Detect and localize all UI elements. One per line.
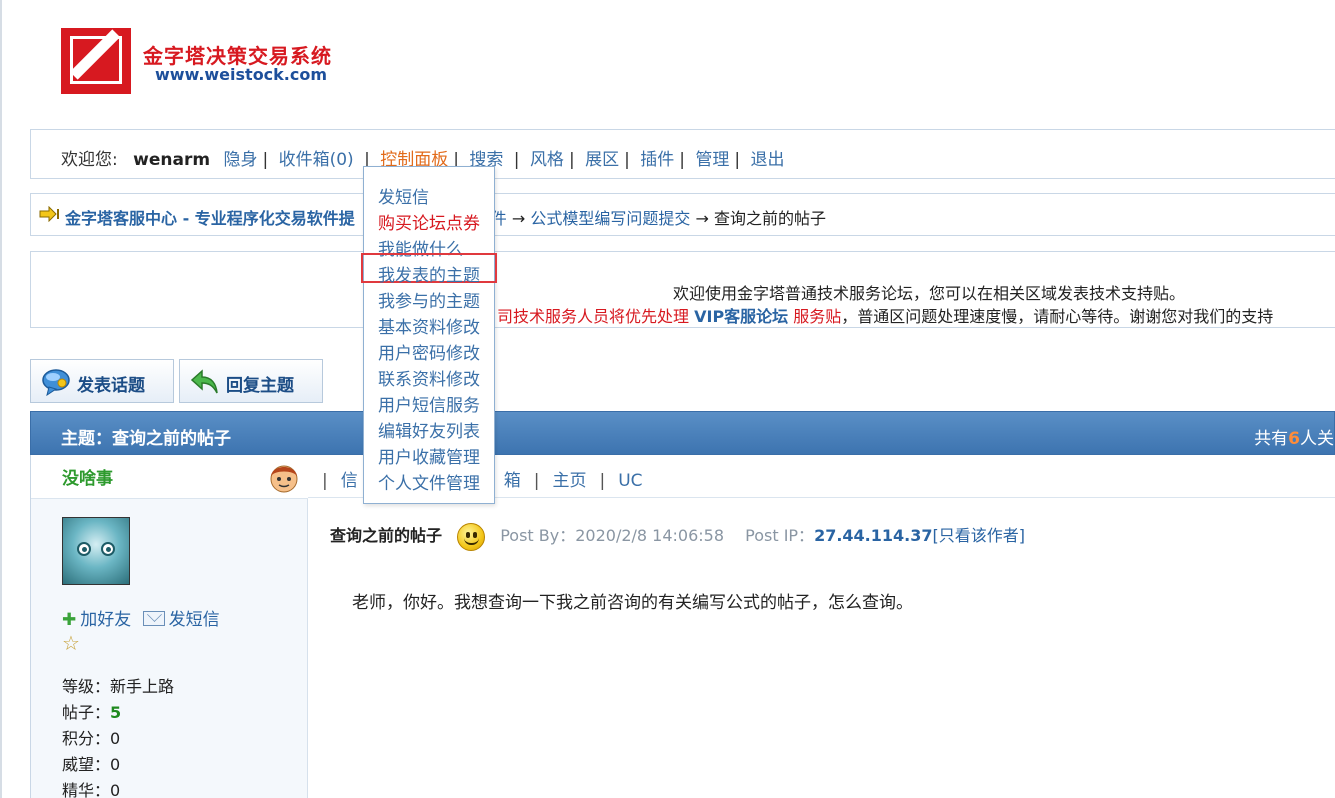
only-author-link[interactable]: [只看该作者] xyxy=(933,526,1026,545)
author-stats: 等级：新手上路 帖子：5 积分：0 威望：0 精华：0 xyxy=(62,677,175,798)
menu-participated-topics[interactable]: 我参与的主题 xyxy=(378,287,480,312)
author-essence: 0 xyxy=(110,781,121,798)
welcome-label: 欢迎您: xyxy=(61,150,118,170)
user-face-icon xyxy=(270,465,298,493)
notice-line-2: 司技术服务人员将优先处理 VIP客服论坛 服务贴，普通区问题处理速度慢，请耐心等… xyxy=(497,307,1274,326)
menu-friend-list[interactable]: 编辑好友列表 xyxy=(378,417,480,442)
nav-inbox[interactable]: 收件箱(0) xyxy=(279,150,354,170)
author-posts: 5 xyxy=(110,703,122,722)
new-topic-button[interactable]: 发表话题 xyxy=(30,359,174,403)
menu-send-message[interactable]: 发短信 xyxy=(378,183,429,208)
nav-invisible[interactable]: 隐身 xyxy=(223,150,257,170)
reply-arrow-icon xyxy=(190,369,218,394)
post-link-uc[interactable]: UC xyxy=(618,471,642,491)
star-icon: ☆ xyxy=(62,631,80,655)
menu-edit-profile[interactable]: 基本资料修改 xyxy=(378,313,480,338)
nav-showroom[interactable]: 展区 xyxy=(585,150,619,170)
avatar[interactable] xyxy=(62,517,130,585)
mail-icon xyxy=(142,611,165,626)
breadcrumb: 金字塔客服中心 - 专业程序化交易软件提软件 → 公式模型编写问题提交 → 查询… xyxy=(30,193,1335,236)
smile-icon xyxy=(457,522,486,551)
breadcrumb-home[interactable]: 金字塔客服中心 - 专业程序化交易软件提 xyxy=(65,209,355,228)
reply-label: 回复主题 xyxy=(226,376,294,396)
page-border xyxy=(0,0,2,798)
menu-favorites[interactable]: 用户收藏管理 xyxy=(378,443,480,468)
menu-my-topics[interactable]: 我发表的主题 xyxy=(378,261,480,286)
reply-button[interactable]: 回复主题 xyxy=(179,359,323,403)
logo-mark-icon: # xyxy=(61,28,131,94)
post-body: 老师，你好。我想查询一下我之前咨询的有关编写公式的帖子，怎么查询。 xyxy=(352,593,913,613)
author-level: 新手上路 xyxy=(110,677,175,696)
author-points: 0 xyxy=(110,729,121,748)
author-panel: 没啥事 ✚ 加好友 发短信 ☆ 等级：新手上路 帖子：5 积分：0 威望：0 精华… xyxy=(30,455,308,798)
forum-notice: 欢迎使用金字塔普通技术服务论坛，您可以在相关区域发表技术支持贴。 司技术服务人员… xyxy=(30,251,1335,328)
post-title: 查询之前的帖子 xyxy=(330,526,443,545)
thread-header: 主题：查询之前的帖子 共有6人关 xyxy=(30,411,1335,455)
nav-logout[interactable]: 退出 xyxy=(751,150,785,170)
add-friend-icon: ✚ xyxy=(62,610,77,630)
menu-edit-contact[interactable]: 联系资料修改 xyxy=(378,365,480,390)
top-nav-bar: 欢迎您: wenarm 隐身 | 收件箱(0) | 控制面板 | 搜索 | 风格 | … xyxy=(30,129,1335,179)
post-link-mailbox[interactable]: 箱 xyxy=(504,471,521,491)
thread-title: 主题：查询之前的帖子 xyxy=(61,429,231,449)
author-prestige: 0 xyxy=(110,755,121,774)
add-friend-link[interactable]: 加好友 xyxy=(80,610,131,630)
arrow-right-icon xyxy=(39,206,59,222)
send-message-link[interactable]: 发短信 xyxy=(169,610,220,630)
post-header: 查询之前的帖子 Post By：2020/2/8 14:06:58 Post I… xyxy=(330,522,1025,551)
menu-file-manager[interactable]: 个人文件管理 xyxy=(378,469,480,494)
menu-buy-coupons[interactable]: 购买论坛点券 xyxy=(378,209,480,234)
menu-message-service[interactable]: 用户短信服务 xyxy=(378,391,480,416)
author-name[interactable]: 没啥事 xyxy=(62,464,113,489)
breadcrumb-current: 查询之前的帖子 xyxy=(714,209,827,228)
post-link-homepage[interactable]: 主页 xyxy=(552,471,586,491)
menu-change-password[interactable]: 用户密码修改 xyxy=(378,339,480,364)
nav-plugins[interactable]: 插件 xyxy=(640,150,674,170)
breadcrumb-formula-forum[interactable]: 公式模型编写问题提交 xyxy=(530,209,690,228)
site-logo[interactable]: # 金字塔决策交易系统 www.weistock.com xyxy=(61,28,351,94)
thread-stat: 共有6人关 xyxy=(1254,429,1334,449)
post-date: 2020/2/8 14:06:58 xyxy=(575,526,725,545)
speech-bubble-icon xyxy=(42,369,70,396)
new-topic-label: 发表话题 xyxy=(77,376,145,396)
logo-url: www.weistock.com xyxy=(155,65,328,84)
nav-style[interactable]: 风格 xyxy=(530,150,564,170)
control-panel-dropdown: 发短信 购买论坛点券 我能做什么 我发表的主题 我参与的主题 基本资料修改 用户… xyxy=(361,166,497,504)
post-link-info[interactable]: 信 xyxy=(341,471,358,491)
post-ip[interactable]: 27.44.114.37 xyxy=(814,526,932,545)
notice-line-1: 欢迎使用金字塔普通技术服务论坛，您可以在相关区域发表技术支持贴。 xyxy=(673,284,1186,303)
nav-username: wenarm xyxy=(133,150,211,170)
nav-admin[interactable]: 管理 xyxy=(695,150,729,170)
vip-forum-link[interactable]: VIP客服论坛 xyxy=(694,307,788,326)
